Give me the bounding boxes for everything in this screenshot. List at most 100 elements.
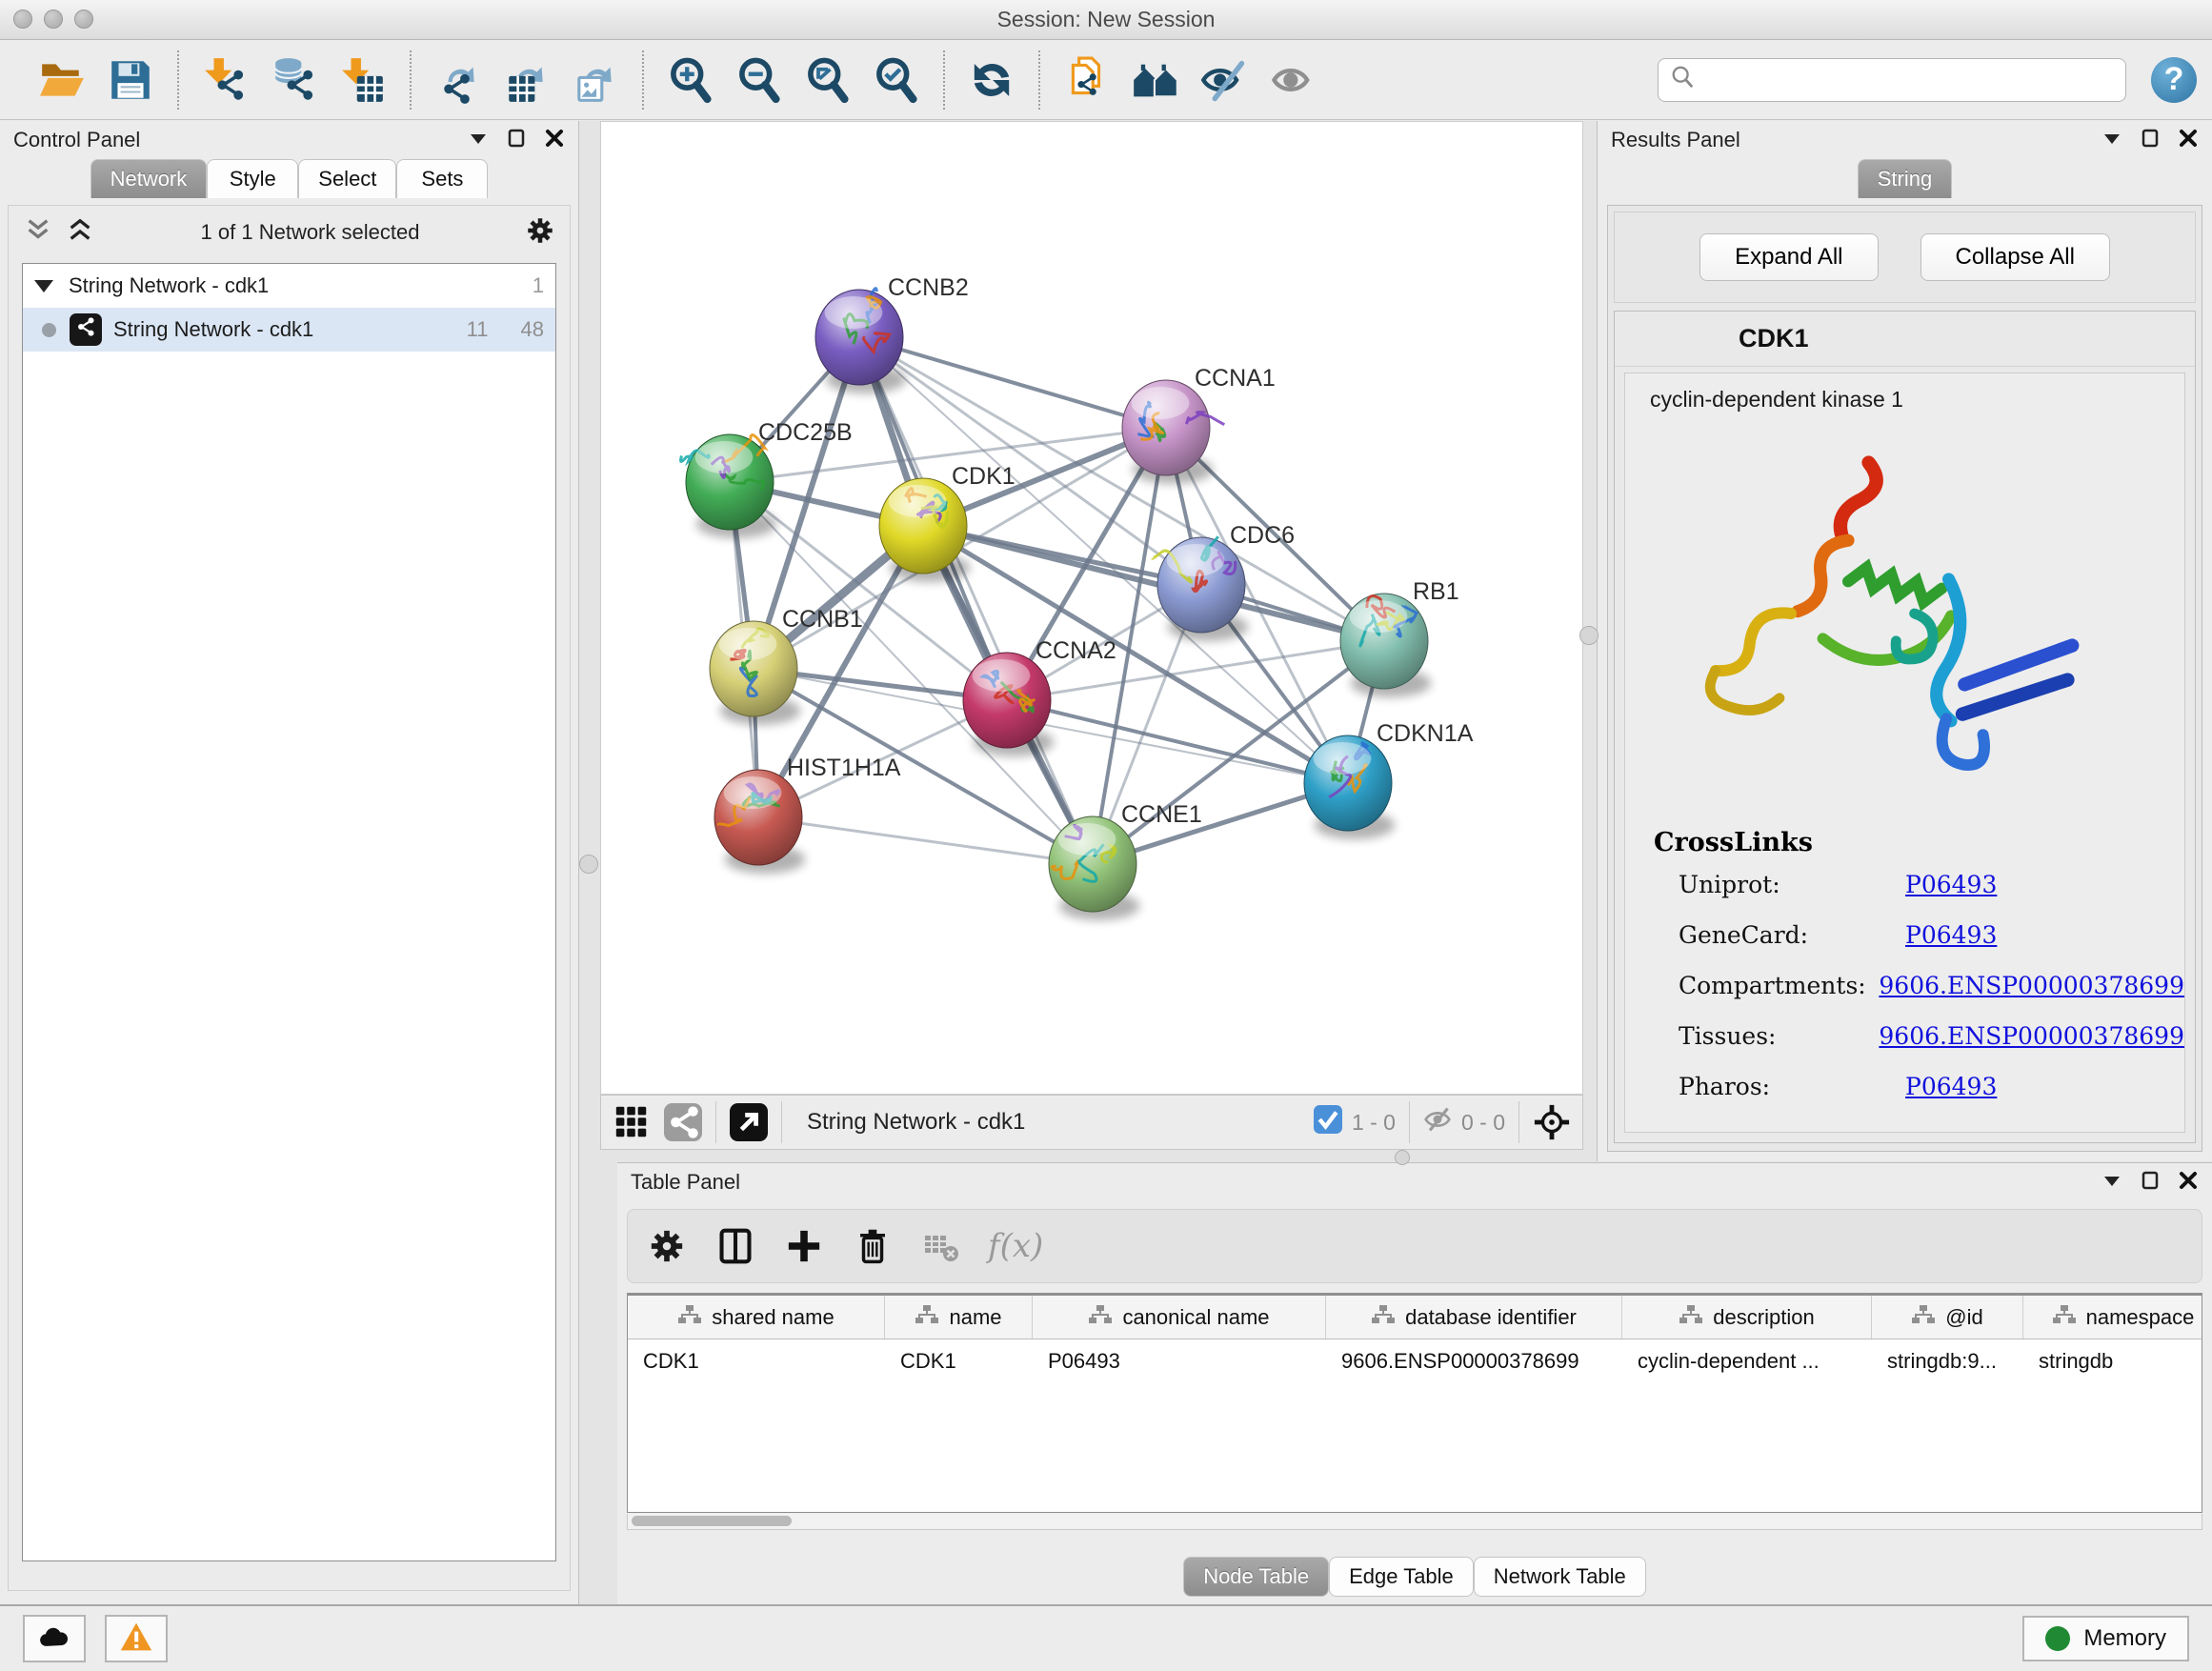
right-splitter-handle[interactable] (1579, 626, 1599, 645)
horizontal-splitter-handle[interactable] (1395, 1150, 1410, 1165)
crosslink-link[interactable]: P06493 (1905, 871, 1997, 898)
zoom-out-button[interactable] (730, 50, 789, 110)
show-all-button[interactable] (1263, 50, 1322, 110)
zoom-window-button[interactable] (74, 10, 93, 29)
selected-counts: 1 - 0 (1314, 1105, 1396, 1139)
save-session-button[interactable] (101, 50, 160, 110)
minimize-window-button[interactable] (44, 10, 63, 29)
add-column-icon[interactable] (782, 1224, 826, 1268)
panel-menu-icon[interactable] (468, 128, 489, 153)
table-cell[interactable]: cyclin-dependent ... (1622, 1339, 1872, 1385)
column-tree-icon (2052, 1304, 2077, 1331)
eye-slash-icon[interactable] (1423, 1105, 1452, 1139)
checkbox-icon[interactable] (1314, 1105, 1342, 1139)
tab-node-table[interactable]: Node Table (1183, 1557, 1329, 1597)
hidden-counts: 0 - 0 (1423, 1105, 1505, 1139)
show-columns-icon[interactable] (714, 1224, 757, 1268)
crosslink-link[interactable]: 9606.ENSP00000378699 (1879, 1022, 2184, 1050)
crosslink-link[interactable]: 9606.ENSP00000378699 (1879, 972, 2184, 999)
panel-menu-icon[interactable] (2101, 128, 2122, 153)
network-collection-row[interactable]: String Network - cdk1 1 (23, 264, 555, 308)
table-toolbar: f(x) (627, 1209, 2202, 1283)
column-header-shared-name[interactable]: shared name (628, 1296, 885, 1339)
column-header-@id[interactable]: @id (1872, 1296, 2023, 1339)
refresh-button[interactable] (962, 50, 1021, 110)
tab-sets[interactable]: Sets (396, 159, 488, 198)
delete-column-icon[interactable] (851, 1224, 895, 1268)
column-header-namespace[interactable]: namespace (2023, 1296, 2202, 1339)
fit-selected-icon[interactable] (1533, 1103, 1571, 1141)
panel-close-icon[interactable] (2178, 1170, 2199, 1196)
tab-select[interactable]: Select (298, 159, 396, 198)
cloud-status-button[interactable] (23, 1615, 86, 1662)
table-cell[interactable]: stringdb (2023, 1339, 2202, 1385)
hide-selected-button[interactable] (1195, 50, 1254, 110)
column-header-description[interactable]: description (1622, 1296, 1872, 1339)
panel-close-icon[interactable] (544, 128, 565, 153)
home-button[interactable] (1126, 50, 1185, 110)
collapse-all-icon[interactable] (24, 216, 52, 250)
gear-icon[interactable] (526, 216, 554, 250)
gene-header[interactable]: CDK1 (1615, 312, 2195, 367)
birds-eye-grid-icon[interactable] (613, 1103, 651, 1141)
table-cell[interactable]: 9606.ENSP00000378699 (1326, 1339, 1622, 1385)
svg-text:CDKN1A: CDKN1A (1377, 720, 1474, 747)
scrollbar-thumb[interactable] (632, 1516, 792, 1526)
control-panel-title: Control Panel (13, 128, 140, 152)
search-input[interactable] (1702, 68, 2114, 92)
tab-network-table[interactable]: Network Table (1474, 1557, 1646, 1597)
table-horizontal-scrollbar[interactable] (627, 1514, 2202, 1530)
crosslink-label: Uniprot: (1679, 871, 1905, 898)
zoom-in-button[interactable] (661, 50, 720, 110)
warnings-button[interactable] (105, 1615, 168, 1662)
crosslink-link[interactable]: P06493 (1905, 1073, 1997, 1100)
panel-menu-icon[interactable] (2101, 1170, 2122, 1196)
import-database-button[interactable] (265, 50, 324, 110)
string-view-icon[interactable] (664, 1103, 702, 1141)
network-current-dot (42, 323, 56, 337)
export-network-button[interactable] (429, 50, 488, 110)
table-cell[interactable]: stringdb:9... (1872, 1339, 2023, 1385)
memory-button[interactable]: Memory (2022, 1616, 2189, 1661)
network-row-selected[interactable]: String Network - cdk1 11 48 (23, 308, 555, 352)
column-header-database-identifier[interactable]: database identifier (1326, 1296, 1622, 1339)
expand-all-icon[interactable] (66, 216, 94, 250)
tab-string[interactable]: String (1858, 159, 1952, 198)
panel-float-icon[interactable] (2140, 128, 2161, 153)
export-table-button[interactable] (497, 50, 556, 110)
open-in-browser-icon[interactable] (730, 1103, 768, 1141)
duplicate-network-button[interactable] (1057, 50, 1116, 110)
table-cell[interactable]: P06493 (1033, 1339, 1326, 1385)
svg-text:CCNE1: CCNE1 (1121, 801, 1202, 828)
triangle-down-icon[interactable] (34, 280, 53, 292)
open-session-button[interactable] (32, 50, 91, 110)
zoom-fit-button[interactable] (798, 50, 857, 110)
table-settings-icon[interactable] (645, 1224, 689, 1268)
import-table-button[interactable] (333, 50, 392, 110)
panel-float-icon[interactable] (2140, 1170, 2161, 1196)
column-header-name[interactable]: name (885, 1296, 1033, 1339)
tab-style[interactable]: Style (207, 159, 298, 198)
collapse-all-button[interactable]: Collapse All (1920, 233, 2110, 281)
panel-float-icon[interactable] (506, 128, 527, 153)
tab-network[interactable]: Network (90, 159, 208, 198)
crosslink-row: Tissues:9606.ENSP00000378699 (1679, 1022, 2184, 1050)
zoom-selected-button[interactable] (867, 50, 926, 110)
table-cell[interactable]: CDK1 (628, 1339, 885, 1385)
close-window-button[interactable] (13, 10, 32, 29)
help-button[interactable]: ? (2151, 57, 2197, 103)
table-row[interactable]: CDK1CDK1P064939606.ENSP00000378699cyclin… (628, 1339, 2202, 1385)
memory-status-dot (2045, 1626, 2070, 1651)
network-canvas[interactable]: CCNB2CCNA1CDC25BCDK1CDC6RB1CCNB1CCNA2CDK… (600, 121, 1583, 1095)
panel-close-icon[interactable] (2178, 128, 2199, 153)
import-network-button[interactable] (196, 50, 255, 110)
tab-edge-table[interactable]: Edge Table (1329, 1557, 1474, 1597)
network-list: String Network - cdk1 1 String Network -… (22, 263, 556, 1561)
left-splitter-handle[interactable] (579, 855, 598, 874)
export-image-button[interactable] (566, 50, 625, 110)
column-header-canonical-name[interactable]: canonical name (1033, 1296, 1326, 1339)
expand-all-button[interactable]: Expand All (1699, 233, 1878, 281)
table-cell[interactable]: CDK1 (885, 1339, 1033, 1385)
network-graph[interactable]: CCNB2CCNA1CDC25BCDK1CDC6RB1CCNB1CCNA2CDK… (601, 122, 1582, 1094)
crosslink-link[interactable]: P06493 (1905, 921, 1997, 949)
